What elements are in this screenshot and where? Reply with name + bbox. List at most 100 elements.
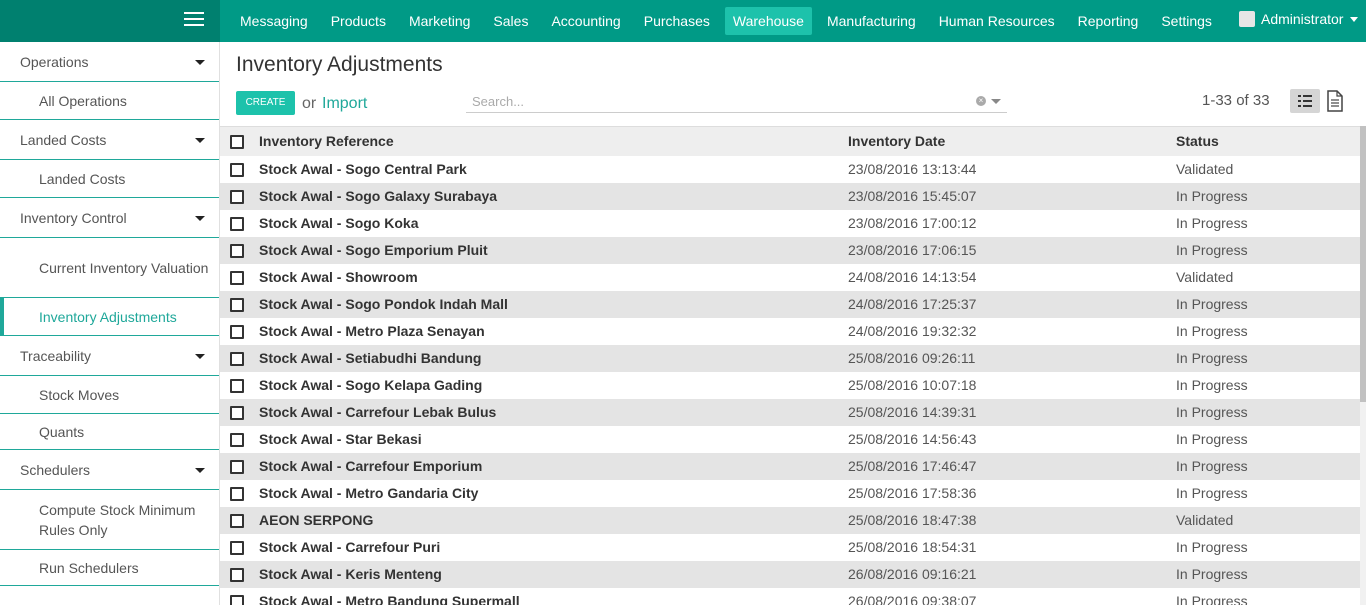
menu-item-accounting[interactable]: Accounting: [543, 7, 628, 35]
table-row[interactable]: Stock Awal - Metro Plaza Senayan 24/08/20…: [220, 318, 1360, 345]
inventory-date-cell: 26/08/2016 09:16:21: [848, 566, 977, 582]
row-checkbox[interactable]: [230, 271, 244, 286]
row-checkbox[interactable]: [230, 244, 244, 259]
row-checkbox[interactable]: [230, 433, 244, 448]
table-row[interactable]: Stock Awal - Sogo Koka 23/08/2016 17:00:1…: [220, 210, 1360, 237]
inventory-reference-cell: Stock Awal - Sogo Galaxy Surabaya: [259, 188, 498, 204]
caret-down-icon: [195, 354, 205, 359]
row-select-cell: [220, 453, 259, 480]
sidebar-item-quants[interactable]: Quants: [0, 414, 219, 450]
hamburger-menu-icon[interactable]: [184, 12, 204, 28]
row-select-cell: [220, 318, 259, 345]
list-view-button[interactable]: [1290, 89, 1320, 113]
search-options-dropdown-icon[interactable]: [991, 99, 1001, 104]
menu-item-reporting[interactable]: Reporting: [1070, 7, 1147, 35]
sidebar-item-current-inventory-valuation[interactable]: Current Inventory Valuation: [0, 238, 219, 298]
inventory-reference-cell: Stock Awal - Sogo Central Park: [259, 161, 467, 177]
import-link[interactable]: Import: [322, 95, 367, 113]
row-checkbox[interactable]: [230, 217, 244, 232]
table-header-row: Inventory Reference Inventory Date Statu…: [220, 126, 1360, 156]
sidebar-section-label: Traceability: [20, 348, 92, 364]
create-button[interactable]: CREATE: [236, 91, 295, 115]
row-checkbox[interactable]: [230, 163, 244, 178]
row-checkbox[interactable]: [230, 541, 244, 556]
sidebar-item-stock-moves[interactable]: Stock Moves: [0, 376, 219, 414]
form-view-icon[interactable]: [1326, 90, 1344, 112]
inventory-date-cell: 23/08/2016 15:45:07: [848, 188, 977, 204]
clear-search-icon[interactable]: ×: [976, 96, 986, 106]
row-checkbox[interactable]: [230, 514, 244, 529]
search-input[interactable]: [466, 90, 956, 112]
menu-item-marketing[interactable]: Marketing: [401, 7, 478, 35]
row-checkbox[interactable]: [230, 406, 244, 421]
inventory-date-cell: 23/08/2016 17:06:15: [848, 242, 977, 258]
table-row[interactable]: Stock Awal - Star Bekasi 25/08/2016 14:56…: [220, 426, 1360, 453]
inventory-date-cell: 24/08/2016 17:25:37: [848, 296, 977, 312]
sidebar-section-traceability[interactable]: Traceability: [0, 336, 219, 376]
sidebar: Operations All Operations Landed Costs Land…: [0, 42, 220, 605]
table-row[interactable]: Stock Awal - Metro Bandung Supermall 26/0…: [220, 588, 1360, 605]
status-cell: In Progress: [1176, 404, 1248, 420]
pager-value[interactable]: 1-33 of 33: [1202, 92, 1270, 109]
inventory-reference-cell: Stock Awal - Showroom: [259, 269, 418, 285]
row-checkbox[interactable]: [230, 352, 244, 367]
row-checkbox[interactable]: [230, 487, 244, 502]
row-checkbox[interactable]: [230, 379, 244, 394]
sidebar-section-schedulers[interactable]: Schedulers: [0, 450, 219, 490]
inventory-date-cell: 25/08/2016 17:46:47: [848, 458, 977, 474]
menu-item-products[interactable]: Products: [323, 7, 394, 35]
menu-item-warehouse[interactable]: Warehouse: [724, 7, 812, 35]
status-cell: In Progress: [1176, 593, 1248, 605]
table-row[interactable]: Stock Awal - Sogo Central Park 23/08/2016…: [220, 156, 1360, 183]
user-menu[interactable]: Administrator: [1239, 11, 1359, 27]
table-row[interactable]: Stock Awal - Carrefour Emporium 25/08/201…: [220, 452, 1360, 480]
sidebar-section-label: Schedulers: [20, 462, 91, 478]
menu-item-manufacturing[interactable]: Manufacturing: [819, 7, 924, 35]
row-select-cell: [220, 480, 259, 507]
row-select-cell: [220, 507, 259, 534]
table-row[interactable]: AEON SERPONG 25/08/2016 18:47:38 Validated: [220, 506, 1360, 534]
row-checkbox[interactable]: [230, 298, 244, 313]
sidebar-item-label: Quants: [39, 423, 85, 440]
menu-item-sales[interactable]: Sales: [485, 7, 536, 35]
row-checkbox[interactable]: [230, 325, 244, 340]
select-all-checkbox[interactable]: [230, 135, 244, 150]
row-checkbox[interactable]: [230, 190, 244, 205]
sidebar-item-inventory-adjustments[interactable]: Inventory Adjustments: [0, 298, 219, 336]
table-row[interactable]: Stock Awal - Showroom 24/08/2016 14:13:54…: [220, 264, 1360, 291]
sidebar-item-all-operations[interactable]: All Operations: [0, 82, 219, 120]
table-row[interactable]: Stock Awal - Setiabudhi Bandung 25/08/201…: [220, 344, 1360, 372]
sidebar-section-landed-costs[interactable]: Landed Costs: [0, 120, 219, 160]
inventory-date-cell: 25/08/2016 14:39:31: [848, 404, 977, 420]
sidebar-item-label: Current Inventory Valuation: [39, 259, 209, 276]
column-header-reference[interactable]: Inventory Reference: [259, 127, 848, 156]
table-row[interactable]: Stock Awal - Sogo Kelapa Gading 25/08/201…: [220, 372, 1360, 399]
table-row[interactable]: Stock Awal - Metro Gandaria City 25/08/20…: [220, 480, 1360, 507]
top-menu: Messaging Products Marketing Sales Accountin…: [232, 0, 1227, 42]
table-row[interactable]: Stock Awal - Carrefour Puri 25/08/2016 18…: [220, 534, 1360, 561]
sidebar-item-compute-stock-minimum-rules-only[interactable]: Compute Stock Minimum Rules Only: [0, 490, 219, 550]
row-checkbox[interactable]: [230, 568, 244, 583]
menu-item-settings[interactable]: Settings: [1153, 7, 1220, 35]
sidebar-section-inventory-control[interactable]: Inventory Control: [0, 198, 219, 238]
table-row[interactable]: Stock Awal - Carrefour Lebak Bulus 25/08/…: [220, 398, 1360, 426]
table-row[interactable]: Stock Awal - Keris Menteng 26/08/2016 09:…: [220, 560, 1360, 588]
status-cell: Validated: [1176, 161, 1234, 177]
menu-item-messaging[interactable]: Messaging: [232, 7, 316, 35]
column-header-date[interactable]: Inventory Date: [848, 127, 1176, 156]
table-row[interactable]: Stock Awal - Sogo Galaxy Surabaya 23/08/2…: [220, 182, 1360, 210]
row-checkbox[interactable]: [230, 460, 244, 475]
menu-item-purchases[interactable]: Purchases: [636, 7, 718, 35]
column-header-status[interactable]: Status: [1176, 127, 1360, 156]
sidebar-item-run-schedulers[interactable]: Run Schedulers: [0, 550, 219, 586]
menu-item-human-resources[interactable]: Human Resources: [931, 7, 1063, 35]
row-checkbox[interactable]: [230, 595, 244, 605]
sidebar-section-operations[interactable]: Operations: [0, 42, 219, 82]
table-row[interactable]: Stock Awal - Sogo Pondok Indah Mall 24/08…: [220, 290, 1360, 318]
sidebar-item-landed-costs[interactable]: Landed Costs: [0, 160, 219, 198]
scrollbar[interactable]: [1360, 126, 1366, 605]
inventory-reference-cell: Stock Awal - Metro Gandaria City: [259, 485, 479, 501]
scrollbar-thumb[interactable]: [1360, 126, 1366, 402]
table-row[interactable]: Stock Awal - Sogo Emporium Pluit 23/08/20…: [220, 236, 1360, 264]
status-cell: In Progress: [1176, 539, 1248, 555]
